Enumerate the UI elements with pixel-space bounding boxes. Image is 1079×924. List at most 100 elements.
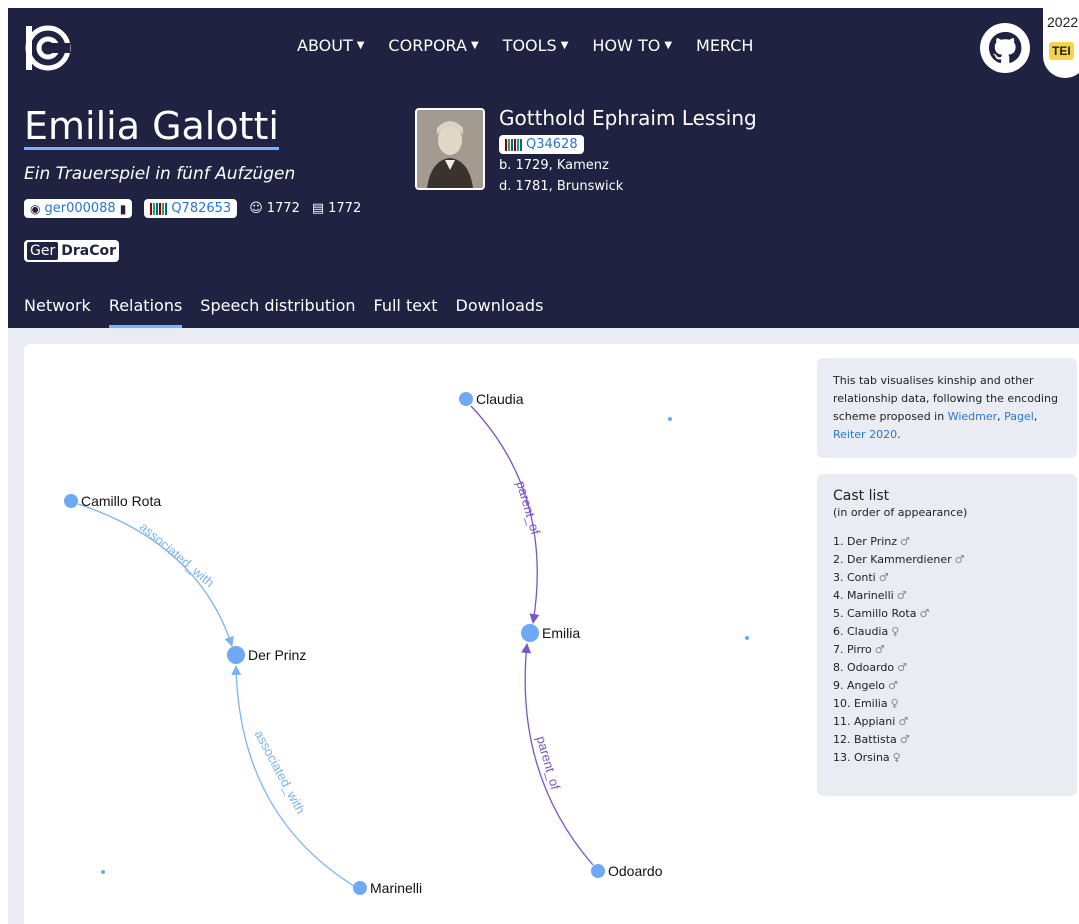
citation-link-reiter[interactable]: Reiter 2020 xyxy=(833,428,897,441)
cast-list-item: 7. Pirro ♂ xyxy=(833,641,1061,659)
author-portrait xyxy=(415,108,485,190)
citation-link-wiedmer[interactable]: Wiedmer xyxy=(948,410,997,423)
nav-item-label: CORPORA xyxy=(388,36,467,55)
cast-list: 1. Der Prinz ♂ 2. Der Kammerdiener ♂ 3. Cont… xyxy=(833,533,1061,767)
node-label: Marinelli xyxy=(370,880,422,896)
node-circle[interactable] xyxy=(521,624,539,642)
tei-badge[interactable]: 2022 TEI xyxy=(1043,8,1079,78)
graph-node-prinz[interactable]: Der Prinz xyxy=(227,646,306,664)
caret-down-icon: ▼ xyxy=(560,40,569,51)
relations-graph[interactable]: associated_withassociated_withparent_ofp… xyxy=(24,344,814,924)
cast-name: 11. Appiani xyxy=(833,715,896,728)
cast-list-item: 10. Emilia ♀ xyxy=(833,695,1061,713)
author-wikidata-badge[interactable]: Q34628 xyxy=(499,135,584,154)
play-tabs: Network Relations Speech distribution Full … xyxy=(24,296,543,328)
main-nav: ABOUT ▼ CORPORA ▼ TOOLS ▼ HOW TO ▼ MERCH xyxy=(297,36,777,55)
dracor-small-icon: ◉ xyxy=(30,201,41,216)
nav-item-label: HOW TO xyxy=(592,36,661,55)
play-id-badge[interactable]: ◉ ger000088 ▮ xyxy=(24,199,133,218)
graph-node-camillo[interactable]: Camillo Rota xyxy=(64,493,161,509)
nav-item-about[interactable]: ABOUT ▼ xyxy=(297,36,364,55)
nav-item-how-to[interactable]: HOW TO ▼ xyxy=(592,36,672,55)
cast-name: 10. Emilia xyxy=(833,697,888,710)
relation-edge-label: parent_of xyxy=(514,479,544,536)
relations-card: associated_with associated_with parent_of p… xyxy=(24,344,1079,924)
nav-item-label: MERCH xyxy=(696,36,754,55)
info-text-end: . xyxy=(897,428,901,441)
masks-icon: ☺ xyxy=(249,201,263,216)
cast-name: 8. Odoardo xyxy=(833,661,895,674)
relation-edge-label: associated_with xyxy=(252,728,309,817)
gender-icon: ♀ xyxy=(892,751,901,764)
tab-relations[interactable]: Relations xyxy=(108,296,183,328)
cast-list-item: 5. Camillo Rota ♂ xyxy=(833,605,1061,623)
cast-list-item: 6. Claudia ♀ xyxy=(833,623,1061,641)
github-icon[interactable] xyxy=(979,22,1031,74)
nav-item-label: ABOUT xyxy=(297,36,353,55)
node-circle[interactable] xyxy=(353,881,367,895)
gender-icon: ♂ xyxy=(898,715,909,728)
caret-down-icon: ▼ xyxy=(356,40,365,51)
wikidata-icon xyxy=(505,138,522,151)
graph-node-odoardo[interactable]: Odoardo xyxy=(591,863,663,879)
relation-edge-marinelli-prinz xyxy=(231,665,355,887)
tab-network[interactable]: Network xyxy=(24,296,91,328)
nav-item-tools[interactable]: TOOLS ▼ xyxy=(503,36,569,55)
node-circle[interactable] xyxy=(459,392,473,406)
citation-link-pagel[interactable]: Pagel xyxy=(1004,410,1034,423)
tei-label: TEI xyxy=(1049,42,1074,60)
caret-down-icon: ▼ xyxy=(664,40,673,51)
play-wikidata-id: Q782653 xyxy=(171,201,232,216)
play-title: Emilia Galotti xyxy=(24,104,279,148)
printed-year-value: 1772 xyxy=(328,201,362,216)
tab-full-text[interactable]: Full text xyxy=(374,296,438,328)
author-died: d. 1781, Brunswick xyxy=(499,179,624,194)
play-subtitle: Ein Trauerspiel in fünf Aufzügen xyxy=(24,164,296,184)
clipboard-icon[interactable]: ▮ xyxy=(120,202,127,216)
tab-speech-distribution[interactable]: Speech distribution xyxy=(200,296,355,328)
content-area: associated_with associated_with parent_of p… xyxy=(8,328,1079,924)
cast-name: 5. Camillo Rota xyxy=(833,607,917,620)
gender-icon: ♀ xyxy=(891,625,900,638)
gender-icon: ♂ xyxy=(874,643,885,656)
isolated-node-dot xyxy=(668,417,672,421)
isolated-node-dot xyxy=(745,636,749,640)
printed-year: ▤ 1772 xyxy=(312,201,361,216)
cast-subtitle: (in order of appearance) xyxy=(833,506,968,519)
cast-list-item: 1. Der Prinz ♂ xyxy=(833,533,1061,551)
cast-name: 12. Battista xyxy=(833,733,897,746)
cast-name: 1. Der Prinz xyxy=(833,535,898,548)
gender-icon: ♂ xyxy=(919,607,930,620)
gender-icon: ♂ xyxy=(896,589,907,602)
graph-node-claudia[interactable]: Claudia xyxy=(459,391,524,407)
book-icon: ▤ xyxy=(311,201,325,216)
dracor-logo-icon[interactable] xyxy=(24,24,72,72)
relation-edge-label: associated_with xyxy=(137,519,218,590)
graph-node-marinelli[interactable]: Marinelli xyxy=(353,880,422,896)
gender-icon: ♂ xyxy=(899,733,910,746)
node-circle[interactable] xyxy=(64,494,78,508)
author-name[interactable]: Gotthold Ephraim Lessing xyxy=(499,106,757,130)
cast-name: 2. Der Kammerdiener xyxy=(833,553,952,566)
wikidata-icon xyxy=(150,202,168,215)
cast-name: 13. Orsina xyxy=(833,751,890,764)
node-circle[interactable] xyxy=(227,646,245,664)
gender-icon: ♂ xyxy=(954,553,965,566)
cast-name: 4. Marinelli xyxy=(833,589,894,602)
play-id: ger000088 xyxy=(44,201,116,216)
cast-list-item: 11. Appiani ♂ xyxy=(833,713,1061,731)
graph-node-emilia[interactable]: Emilia xyxy=(521,624,580,642)
nav-item-merch[interactable]: MERCH xyxy=(696,36,753,55)
play-wikidata-badge[interactable]: Q782653 xyxy=(144,199,238,218)
node-circle[interactable] xyxy=(591,864,605,878)
tei-year: 2022 xyxy=(1047,14,1079,30)
cast-title: Cast list xyxy=(833,488,890,504)
cast-list-item: 2. Der Kammerdiener ♂ xyxy=(833,551,1061,569)
cast-list-item: 8. Odoardo ♂ xyxy=(833,659,1061,677)
nav-item-corpora[interactable]: CORPORA ▼ xyxy=(388,36,478,55)
header: ABOUT ▼ CORPORA ▼ TOOLS ▼ HOW TO ▼ MERCH 2022 TE… xyxy=(8,8,1079,328)
tab-downloads[interactable]: Downloads xyxy=(456,296,544,328)
author-born: b. 1729, Kamenz xyxy=(499,158,609,173)
corpus-badge[interactable]: Ger DraCor xyxy=(24,240,119,262)
relation-edge-label: parent_of xyxy=(534,734,564,791)
